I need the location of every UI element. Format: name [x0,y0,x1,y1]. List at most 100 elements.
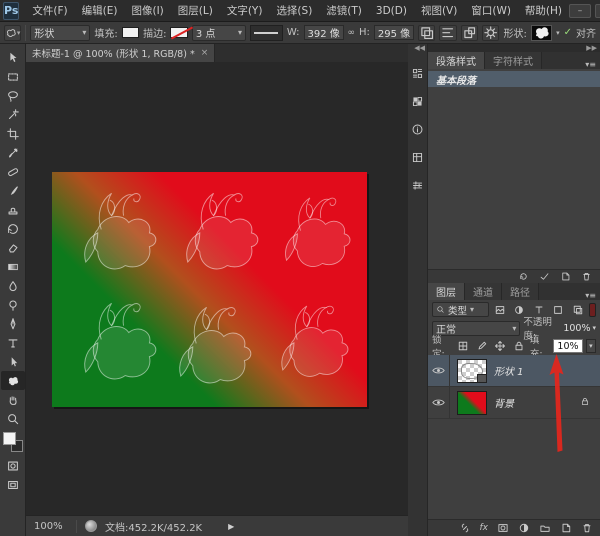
panel-icon-styles[interactable] [410,65,426,81]
close-tab-icon[interactable]: × [201,48,209,58]
link-layers-icon[interactable] [459,522,471,534]
stroke-width-select[interactable]: 3 点 ▾ [192,25,246,41]
menu-edit[interactable]: 编辑(E) [75,3,125,18]
menu-layer[interactable]: 图层(L) [171,3,220,18]
layer-style-icon[interactable]: fx [480,523,489,533]
brush-tool[interactable] [1,181,25,200]
path-arrangement-button[interactable] [461,25,478,41]
crop-tool[interactable] [1,124,25,143]
lock-pixels-button[interactable] [474,339,490,354]
new-group-icon[interactable] [539,522,551,534]
panel-icon-swatches[interactable] [410,93,426,109]
dodge-tool[interactable] [1,295,25,314]
menu-image[interactable]: 图像(I) [124,3,170,18]
quick-mask-button[interactable] [1,456,25,475]
layer-thumbnail[interactable] [457,391,487,415]
menu-window[interactable]: 窗口(W) [464,3,518,18]
width-input[interactable]: 392 像 [304,25,344,40]
layer-name[interactable]: 形状 1 [494,363,524,378]
menu-view[interactable]: 视图(V) [414,3,464,18]
gradient-tool[interactable] [1,257,25,276]
layer-row-background[interactable]: 背景 [428,387,600,419]
hand-tool[interactable] [1,390,25,409]
menu-type[interactable]: 文字(Y) [220,3,270,18]
minimize-button[interactable]: – [569,4,591,18]
style-item-basic-paragraph[interactable]: 基本段落 [428,71,600,87]
opacity-value[interactable]: 100% [563,323,590,334]
tool-preset-button[interactable]: ▾ [4,25,21,41]
align-edges-checkbox[interactable]: ✓ [564,27,572,38]
magic-wand-tool[interactable] [1,105,25,124]
move-tool[interactable] [1,48,25,67]
tab-channels[interactable]: 通道 [465,283,502,300]
chevron-down-icon[interactable]: ▾ [586,339,596,353]
stroke-style-picker[interactable] [250,25,283,41]
clone-stamp-tool[interactable] [1,200,25,219]
zoom-tool[interactable] [1,409,25,428]
chevron-down-icon[interactable]: ▾ [556,29,560,37]
lasso-tool[interactable] [1,86,25,105]
link-dimensions-icon[interactable]: ∞ [348,28,356,38]
stroke-swatch[interactable] [170,27,187,38]
adjustment-layer-icon[interactable] [518,522,530,534]
document-tab[interactable]: 未标题-1 @ 100% (形状 1, RGB/8) * × [26,44,215,62]
filter-type-select[interactable]: 类型 ▾ [432,302,489,317]
collapse-panels-icon[interactable]: ▶▶ [586,44,597,52]
marquee-tool[interactable] [1,67,25,86]
lock-transparency-button[interactable] [455,339,471,354]
layer-name[interactable]: 背景 [494,395,514,410]
path-operations-button[interactable] [418,25,435,41]
tab-paragraph-styles[interactable]: 段落样式 [428,52,485,69]
eyedropper-tool[interactable] [1,143,25,162]
visibility-toggle[interactable] [428,387,450,418]
eraser-tool[interactable] [1,238,25,257]
fill-opacity-input[interactable]: 10% [553,339,583,353]
menu-help[interactable]: 帮助(H) [518,3,569,18]
custom-shape-tool[interactable] [1,371,25,390]
trash-icon[interactable] [581,522,593,534]
zoom-level-field[interactable]: 100% [34,521,68,532]
path-selection-tool[interactable] [1,352,25,371]
height-input[interactable]: 295 像 [374,25,414,40]
shape-picker[interactable] [531,25,552,41]
screen-mode-button[interactable] [1,475,25,494]
layer-thumbnail[interactable] [457,359,487,383]
status-options-arrow-icon[interactable]: ▶ [228,522,234,531]
redefine-style-icon[interactable] [518,271,529,282]
tab-character-styles[interactable]: 字符样式 [485,52,542,69]
panel-icon-info[interactable] [410,121,426,137]
expand-panels-icon[interactable]: ◀◀ [414,44,427,53]
tab-layers[interactable]: 图层 [428,283,465,300]
tool-mode-select[interactable]: 形状 ▾ [30,25,90,41]
pen-tool[interactable] [1,314,25,333]
visibility-toggle[interactable] [428,355,450,386]
panel-menu-icon[interactable]: ▾≡ [581,291,600,300]
lock-position-button[interactable] [493,339,509,354]
menu-select[interactable]: 选择(S) [269,3,319,18]
menu-3d[interactable]: 3D(D) [369,5,414,17]
shape-options-button[interactable] [482,25,499,41]
panel-icon-character[interactable] [410,149,426,165]
trash-icon[interactable] [581,271,592,282]
blur-tool[interactable] [1,276,25,295]
add-mask-icon[interactable] [497,522,509,534]
maximize-button[interactable]: ▢ [595,4,600,18]
spot-healing-tool[interactable] [1,162,25,181]
panel-menu-icon[interactable]: ▾≡ [581,60,600,69]
chevron-down-icon[interactable]: ▾ [592,324,596,332]
path-alignment-button[interactable] [439,25,456,41]
menu-file[interactable]: 文件(F) [25,3,74,18]
foreground-color-swatch[interactable] [3,432,16,445]
lock-all-button[interactable] [511,339,527,354]
filter-pixel-layers-button[interactable] [492,302,509,317]
layer-row-shape1[interactable]: 形状 1 [428,355,600,387]
fill-swatch[interactable] [122,27,139,38]
check-icon[interactable] [539,271,550,282]
type-tool[interactable] [1,333,25,352]
tab-paths[interactable]: 路径 [502,283,539,300]
new-style-icon[interactable] [560,271,571,282]
panel-icon-properties[interactable] [410,177,426,193]
canvas[interactable] [52,172,367,407]
new-layer-icon[interactable] [560,522,572,534]
history-brush-tool[interactable] [1,219,25,238]
